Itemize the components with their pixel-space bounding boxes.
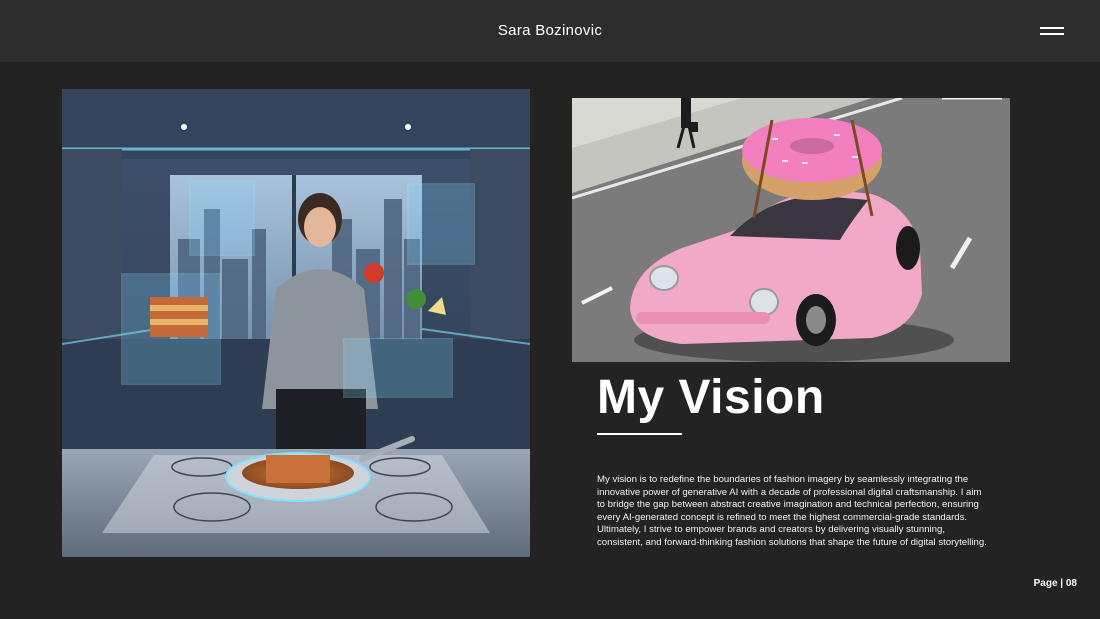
menu-line [1040, 33, 1064, 35]
hamburger-menu-icon[interactable] [1038, 24, 1066, 40]
pink-donut-car-photo [572, 98, 1010, 362]
section-title: My Vision [597, 371, 825, 424]
title-underline [597, 433, 682, 435]
kitchen-hologram-photo [62, 89, 530, 557]
car-illustration [572, 98, 1010, 362]
page-number: Page | 08 [1033, 578, 1077, 589]
kitchen-illustration [62, 89, 530, 557]
site-title[interactable]: Sara Bozinovic [0, 0, 1100, 62]
vision-paragraph: My vision is to redefine the boundaries … [597, 474, 987, 548]
menu-line [1040, 27, 1064, 29]
